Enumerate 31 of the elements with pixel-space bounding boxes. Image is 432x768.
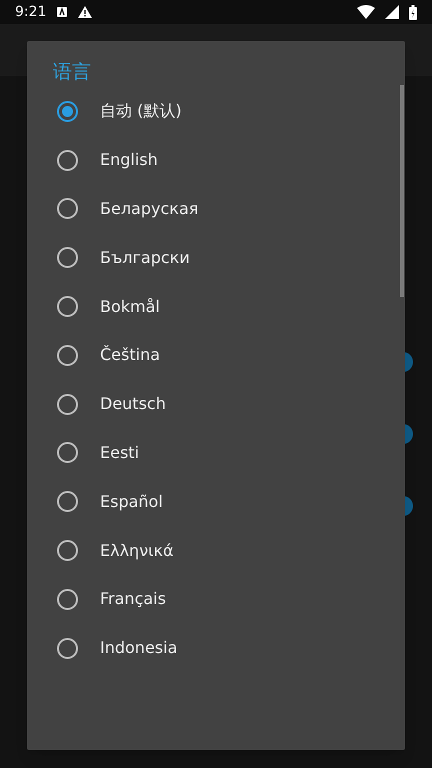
radio-button[interactable]: [57, 344, 78, 366]
radio-button[interactable]: [57, 588, 78, 610]
radio-button[interactable]: [57, 100, 78, 122]
language-option[interactable]: Español: [27, 477, 397, 526]
language-option[interactable]: Bokmål: [27, 282, 397, 331]
language-option[interactable]: Eesti: [27, 428, 397, 478]
warning-icon: [78, 6, 92, 18]
radio-button[interactable]: [57, 394, 78, 415]
language-option[interactable]: 自动 (默认): [27, 87, 397, 136]
radio-button[interactable]: [57, 638, 78, 659]
language-option[interactable]: Indonesia: [27, 624, 397, 673]
radio-button[interactable]: [57, 198, 78, 220]
language-option[interactable]: Français: [27, 574, 397, 624]
language-option[interactable]: Беларуская: [27, 184, 397, 234]
radio-button[interactable]: [57, 247, 78, 268]
language-option[interactable]: English: [27, 136, 397, 185]
radio-button[interactable]: [57, 296, 78, 318]
dialog-title: 语言: [53, 60, 91, 85]
radio-button[interactable]: [57, 442, 78, 464]
wifi-icon: [357, 5, 375, 19]
language-option[interactable]: Български: [27, 233, 397, 282]
clock: 9:21: [15, 2, 46, 22]
radio-button[interactable]: [57, 150, 78, 171]
signal-icon: [385, 5, 399, 19]
radio-button[interactable]: [57, 491, 78, 512]
language-option[interactable]: Čeština: [27, 330, 397, 380]
language-option[interactable]: Deutsch: [27, 380, 397, 429]
notification-icon: [56, 6, 68, 18]
battery-icon: [409, 4, 417, 20]
radio-button[interactable]: [57, 540, 78, 562]
language-option[interactable]: Ελληνικά: [27, 526, 397, 575]
